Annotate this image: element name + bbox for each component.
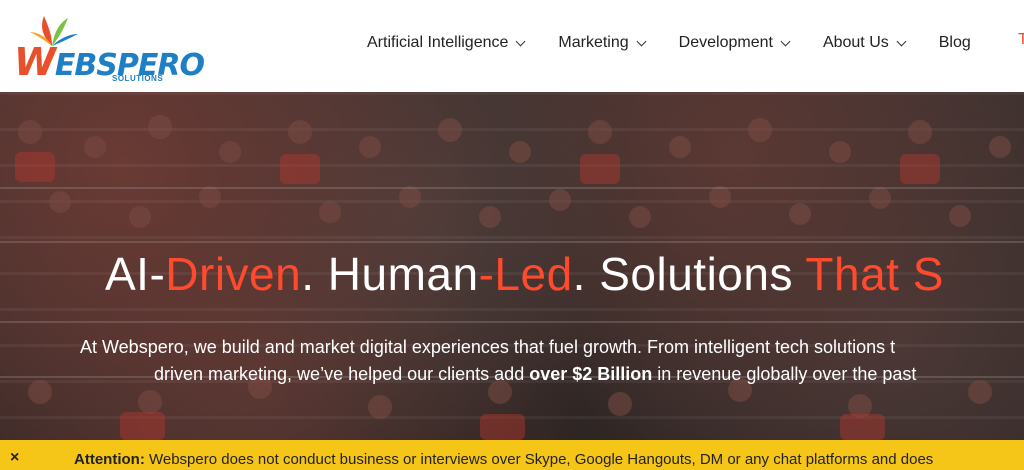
main-nav: Artificial Intelligence Marketing Develo… — [367, 30, 1005, 56]
chevron-down-icon — [636, 36, 647, 46]
nav-label: Development — [678, 34, 773, 51]
nav-item-clipped[interactable]: T — [1018, 31, 1024, 49]
nav-label: About Us — [822, 34, 889, 51]
nav-item-about[interactable]: About Us — [822, 34, 907, 52]
nav-label: Marketing — [558, 34, 629, 51]
nav-item-ai[interactable]: Artificial Intelligence — [367, 34, 526, 52]
nav-item-marketing[interactable]: Marketing — [558, 34, 647, 52]
chevron-down-icon — [780, 36, 791, 46]
hero-description-line-1: At Webspero, we build and market digital… — [80, 337, 896, 357]
close-icon[interactable]: × — [10, 449, 19, 467]
nav-item-development[interactable]: Development — [678, 34, 791, 52]
attention-banner: × Attention: Webspero does not conduct b… — [0, 440, 1024, 470]
hero-headline: AI-Driven. Human-Led. Solutions That S — [105, 248, 944, 300]
chevron-down-icon — [896, 36, 907, 46]
chevron-down-icon — [515, 36, 526, 46]
nav-label: Artificial Intelligence — [367, 34, 509, 51]
webspero-logo[interactable]: WEBSPERO SOLUTIONS — [12, 8, 205, 84]
nav-label: Blog — [938, 34, 971, 51]
logo-wordmark: WEBSPERO — [14, 40, 205, 84]
nav-item-blog[interactable]: Blog — [939, 34, 971, 52]
site-header: WEBSPERO SOLUTIONS Artificial Intelligen… — [0, 0, 1024, 92]
attention-message: Attention: Webspero does not conduct bus… — [74, 451, 934, 468]
hero-section: AI-Driven. Human-Led. Solutions That S A… — [0, 92, 1024, 440]
logo-subtitle: SOLUTIONS — [112, 74, 164, 83]
hero-description-line-2: driven marketing, we’ve helped our clien… — [154, 364, 917, 384]
